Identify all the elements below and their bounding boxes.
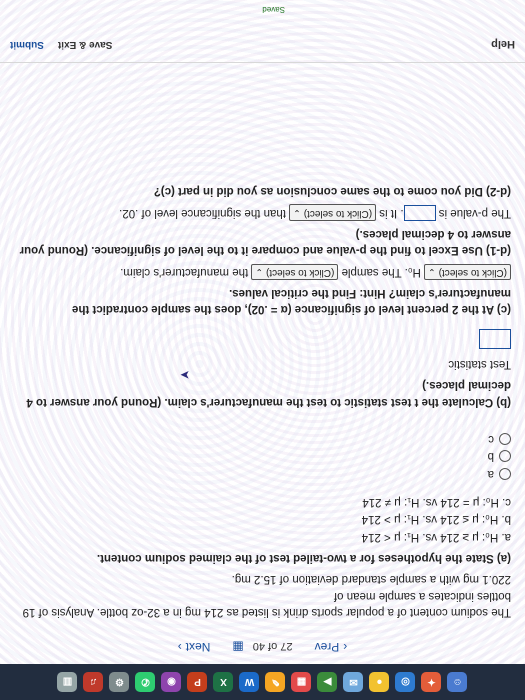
powerpoint-icon[interactable]: P <box>187 672 208 692</box>
calendar-icon[interactable]: ▦ <box>291 672 312 692</box>
assignment-toolbar: Help Save & Exit Submit <box>0 27 525 63</box>
music-icon[interactable]: ♫ <box>83 672 104 692</box>
launchpad-icon[interactable]: ✦ <box>421 672 442 692</box>
page-indicator: 27 of 40 ▦ <box>232 640 293 654</box>
messages-icon[interactable]: ✆ <box>135 672 156 692</box>
pvalue-input[interactable] <box>403 204 436 221</box>
chevron-down-icon: ⌄ <box>293 207 301 218</box>
radio-option-b[interactable]: b <box>11 448 511 464</box>
hypothesis-options: a. H₀: μ ≥ 214 vs. H₁: μ < 214 b. H₀: μ … <box>11 494 511 545</box>
notes-icon[interactable]: ✎ <box>265 672 286 692</box>
chrome-icon[interactable]: ● <box>369 672 390 692</box>
radio-button[interactable] <box>499 450 511 463</box>
question-intro: The sodium content of a popular sports d… <box>22 573 511 618</box>
radio-button[interactable] <box>499 467 511 480</box>
radio-option-a[interactable]: a <box>11 465 511 481</box>
submit-button[interactable]: Submit <box>10 39 44 50</box>
chevron-left-icon: ‹ <box>343 640 348 654</box>
trash-icon[interactable]: ▥ <box>57 672 78 692</box>
dock: ☺ ✦ ◎ ● ✉ ▶ ▦ ✎ W X P ◉ ✆ ⚙ ♫ ▥ <box>0 664 525 700</box>
grid-icon[interactable]: ▦ <box>232 640 243 654</box>
part-c-answer-row: (Click to select) ⌄ H₀. The sample (Clic… <box>11 263 511 280</box>
radio-button[interactable] <box>499 432 511 445</box>
test-statistic-input[interactable] <box>479 328 511 349</box>
word-icon[interactable]: W <box>239 672 260 692</box>
chevron-down-icon: ⌄ <box>255 267 263 278</box>
part-a-heading: (a) State the hypotheses for a two-taile… <box>96 552 511 565</box>
settings-icon[interactable]: ⚙ <box>109 672 130 692</box>
hypothesis-option-a: a. H₀: μ ≥ 214 vs. H₁: μ < 214 <box>361 530 511 543</box>
mouse-cursor-icon: ➤ <box>179 368 190 382</box>
part-b-heading: (b) Calculate the t test statistic to te… <box>26 379 511 408</box>
hypothesis-option-b: b. H₀: μ ≤ 214 vs. H₁: μ > 214 <box>361 513 511 526</box>
next-button[interactable]: Next › <box>170 637 219 657</box>
question-content: The sodium content of a popular sports d… <box>11 178 511 620</box>
part-d2-heading: (d-2) Did you come to the same conclusio… <box>153 185 511 198</box>
chevron-down-icon: ⌄ <box>428 267 436 278</box>
part-c-heading: (c) At the 2 percent level of significan… <box>72 287 511 316</box>
help-button[interactable]: Help <box>491 39 515 51</box>
answer-radio-group: a b c <box>11 431 511 482</box>
excel-icon[interactable]: X <box>213 672 234 692</box>
decision-select[interactable]: (Click to select) ⌄ <box>424 263 511 280</box>
facetime-icon[interactable]: ▶ <box>317 672 338 692</box>
saved-status: Saved <box>262 5 285 14</box>
podcasts-icon[interactable]: ◉ <box>161 672 182 692</box>
finder-icon[interactable]: ☺ <box>447 672 468 692</box>
save-exit-button[interactable]: Save & Exit <box>58 39 112 50</box>
pvalue-row: The p-value is . It is (Click to select)… <box>11 204 511 221</box>
hypothesis-option-c: c. H₀: μ = 214 vs. H₁: μ ≠ 214 <box>362 496 511 509</box>
prev-button[interactable]: ‹ Prev <box>307 637 356 657</box>
mail-icon[interactable]: ✉ <box>343 672 364 692</box>
part-d1-heading: (d-1) Use Excel to find the p-value and … <box>19 227 511 257</box>
radio-option-c[interactable]: c <box>11 431 511 447</box>
test-statistic-label: Test statistic <box>448 358 511 371</box>
photographed-screen: ☺ ✦ ◎ ● ✉ ▶ ▦ ✎ W X P ◉ ✆ ⚙ ♫ ▥ ‹ Prev 2… <box>0 0 525 700</box>
safari-icon[interactable]: ◎ <box>395 672 416 692</box>
chevron-right-icon: › <box>177 640 182 654</box>
page-navigation: ‹ Prev 27 of 40 ▦ Next › <box>0 630 525 664</box>
comparison-select[interactable]: (Click to select) ⌄ <box>289 204 377 221</box>
sample-select[interactable]: (Click to select) ⌄ <box>251 263 339 280</box>
